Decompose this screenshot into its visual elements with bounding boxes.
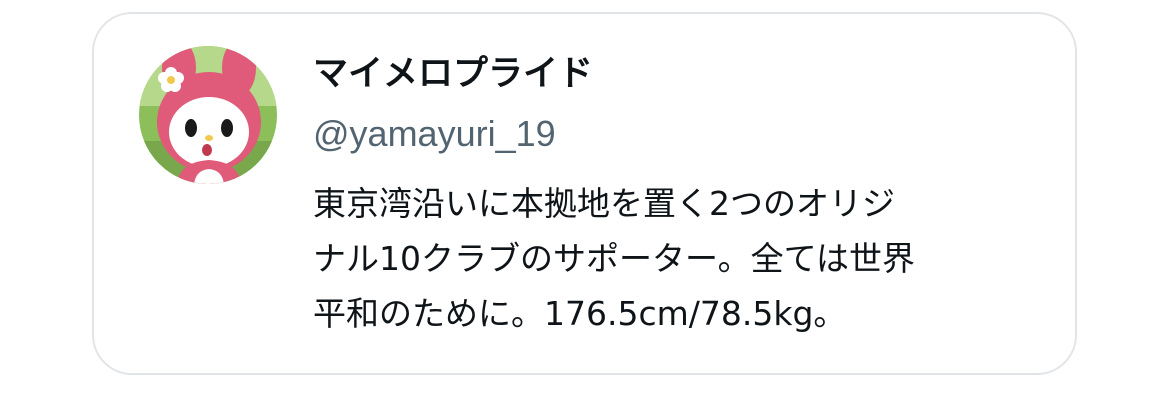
- display-name[interactable]: マイメロプライド: [313, 52, 593, 96]
- bio-line: 平和のために。176.5cm/78.5kg。: [313, 294, 847, 333]
- bio-line: 東京湾沿いに本拠地を置く2つのオリジ: [313, 184, 895, 223]
- my-melody-avatar-icon: [139, 46, 277, 184]
- avatar[interactable]: [139, 46, 277, 184]
- bio-line: ナル10クラブのサポーター。全ては世界: [313, 239, 916, 278]
- profile-card[interactable]: マイメロプライド @yamayuri_19 東京湾沿いに本拠地を置く2つのオリジ…: [92, 12, 1077, 375]
- profile-bio: 東京湾沿いに本拠地を置く2つのオリジ ナル10クラブのサポーター。全ては世界 平…: [313, 176, 1053, 341]
- username-handle[interactable]: @yamayuri_19: [313, 112, 556, 156]
